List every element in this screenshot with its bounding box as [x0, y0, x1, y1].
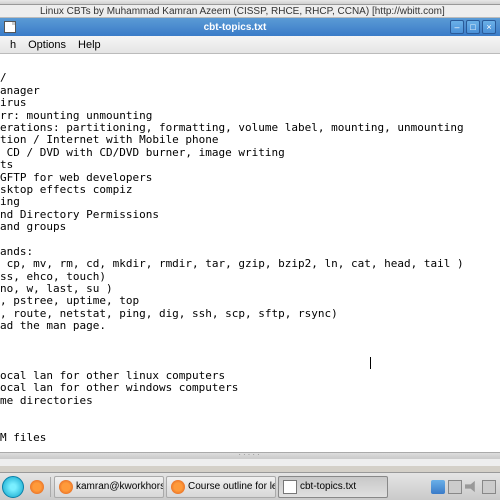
firefox-icon: [59, 480, 73, 494]
editor-line: ts: [0, 159, 500, 171]
taskbar-task-button[interactable]: cbt-topics.txt: [278, 476, 388, 498]
window-title: cbt-topics.txt: [20, 22, 450, 33]
menu-item-help[interactable]: Help: [72, 39, 107, 51]
quicklaunch-firefox-icon[interactable]: [28, 478, 46, 496]
maximize-button[interactable]: □: [466, 20, 480, 34]
editor-line: M files: [0, 432, 500, 444]
editor-line: ing: [0, 196, 500, 208]
system-tray: [431, 480, 498, 494]
editor-line: [0, 60, 500, 72]
menubar: h Options Help: [0, 36, 500, 54]
editor-line: [0, 333, 500, 345]
text-cursor: [370, 357, 371, 369]
editor-line: [0, 357, 500, 369]
close-button[interactable]: ×: [482, 20, 496, 34]
minimize-button[interactable]: –: [450, 20, 464, 34]
editor-line: [0, 407, 500, 419]
task-label: kamran@kworkhorse:...: [76, 481, 164, 492]
editor-line: ad the man page.: [0, 320, 500, 332]
window-titlebar[interactable]: cbt-topics.txt – □ ×: [0, 18, 500, 36]
editor-line: cp, mv, rm, cd, mkdir, rmdir, tar, gzip,…: [0, 258, 500, 270]
editor-line: ocal lan for other windows computers: [0, 382, 500, 394]
firefox-icon: [171, 480, 185, 494]
menu-item-h[interactable]: h: [4, 39, 22, 51]
document-icon: [4, 21, 16, 33]
resize-handle[interactable]: [0, 452, 500, 458]
editor-line: sktop effects compiz: [0, 184, 500, 196]
task-label: Course outline for lear...: [188, 481, 276, 492]
outer-subtitle: Linux CBTs by Muhammad Kamran Azeem (CIS…: [0, 5, 500, 18]
editor-line: me directories: [0, 395, 500, 407]
text-file-icon: [283, 480, 297, 494]
task-label: cbt-topics.txt: [300, 481, 356, 492]
volume-icon[interactable]: [465, 480, 479, 494]
taskbar: kamran@kworkhorse:... Course outline for …: [0, 472, 500, 500]
editor-line: CD / DVD with CD/DVD burner, image writi…: [0, 147, 500, 159]
editor-line: [0, 419, 500, 431]
taskbar-task-button[interactable]: kamran@kworkhorse:...: [54, 476, 164, 498]
status-strip: [0, 458, 500, 466]
network-icon[interactable]: [431, 480, 445, 494]
tray-icon[interactable]: [482, 480, 496, 494]
editor-line: anager: [0, 85, 500, 97]
text-editor-area[interactable]: /anagerirusrr: mounting unmountingeratio…: [0, 54, 500, 452]
editor-line: nd Directory Permissions: [0, 209, 500, 221]
editor-line: [0, 233, 500, 245]
editor-line: [0, 345, 500, 357]
editor-line: , pstree, uptime, top: [0, 295, 500, 307]
editor-line: and groups: [0, 221, 500, 233]
menu-item-options[interactable]: Options: [22, 39, 72, 51]
taskbar-task-button[interactable]: Course outline for lear...: [166, 476, 276, 498]
editor-line: /: [0, 72, 500, 84]
tray-icon[interactable]: [448, 480, 462, 494]
editor-line: tion / Internet with Mobile phone: [0, 134, 500, 146]
editor-line: irus: [0, 97, 500, 109]
start-button[interactable]: [2, 476, 24, 498]
